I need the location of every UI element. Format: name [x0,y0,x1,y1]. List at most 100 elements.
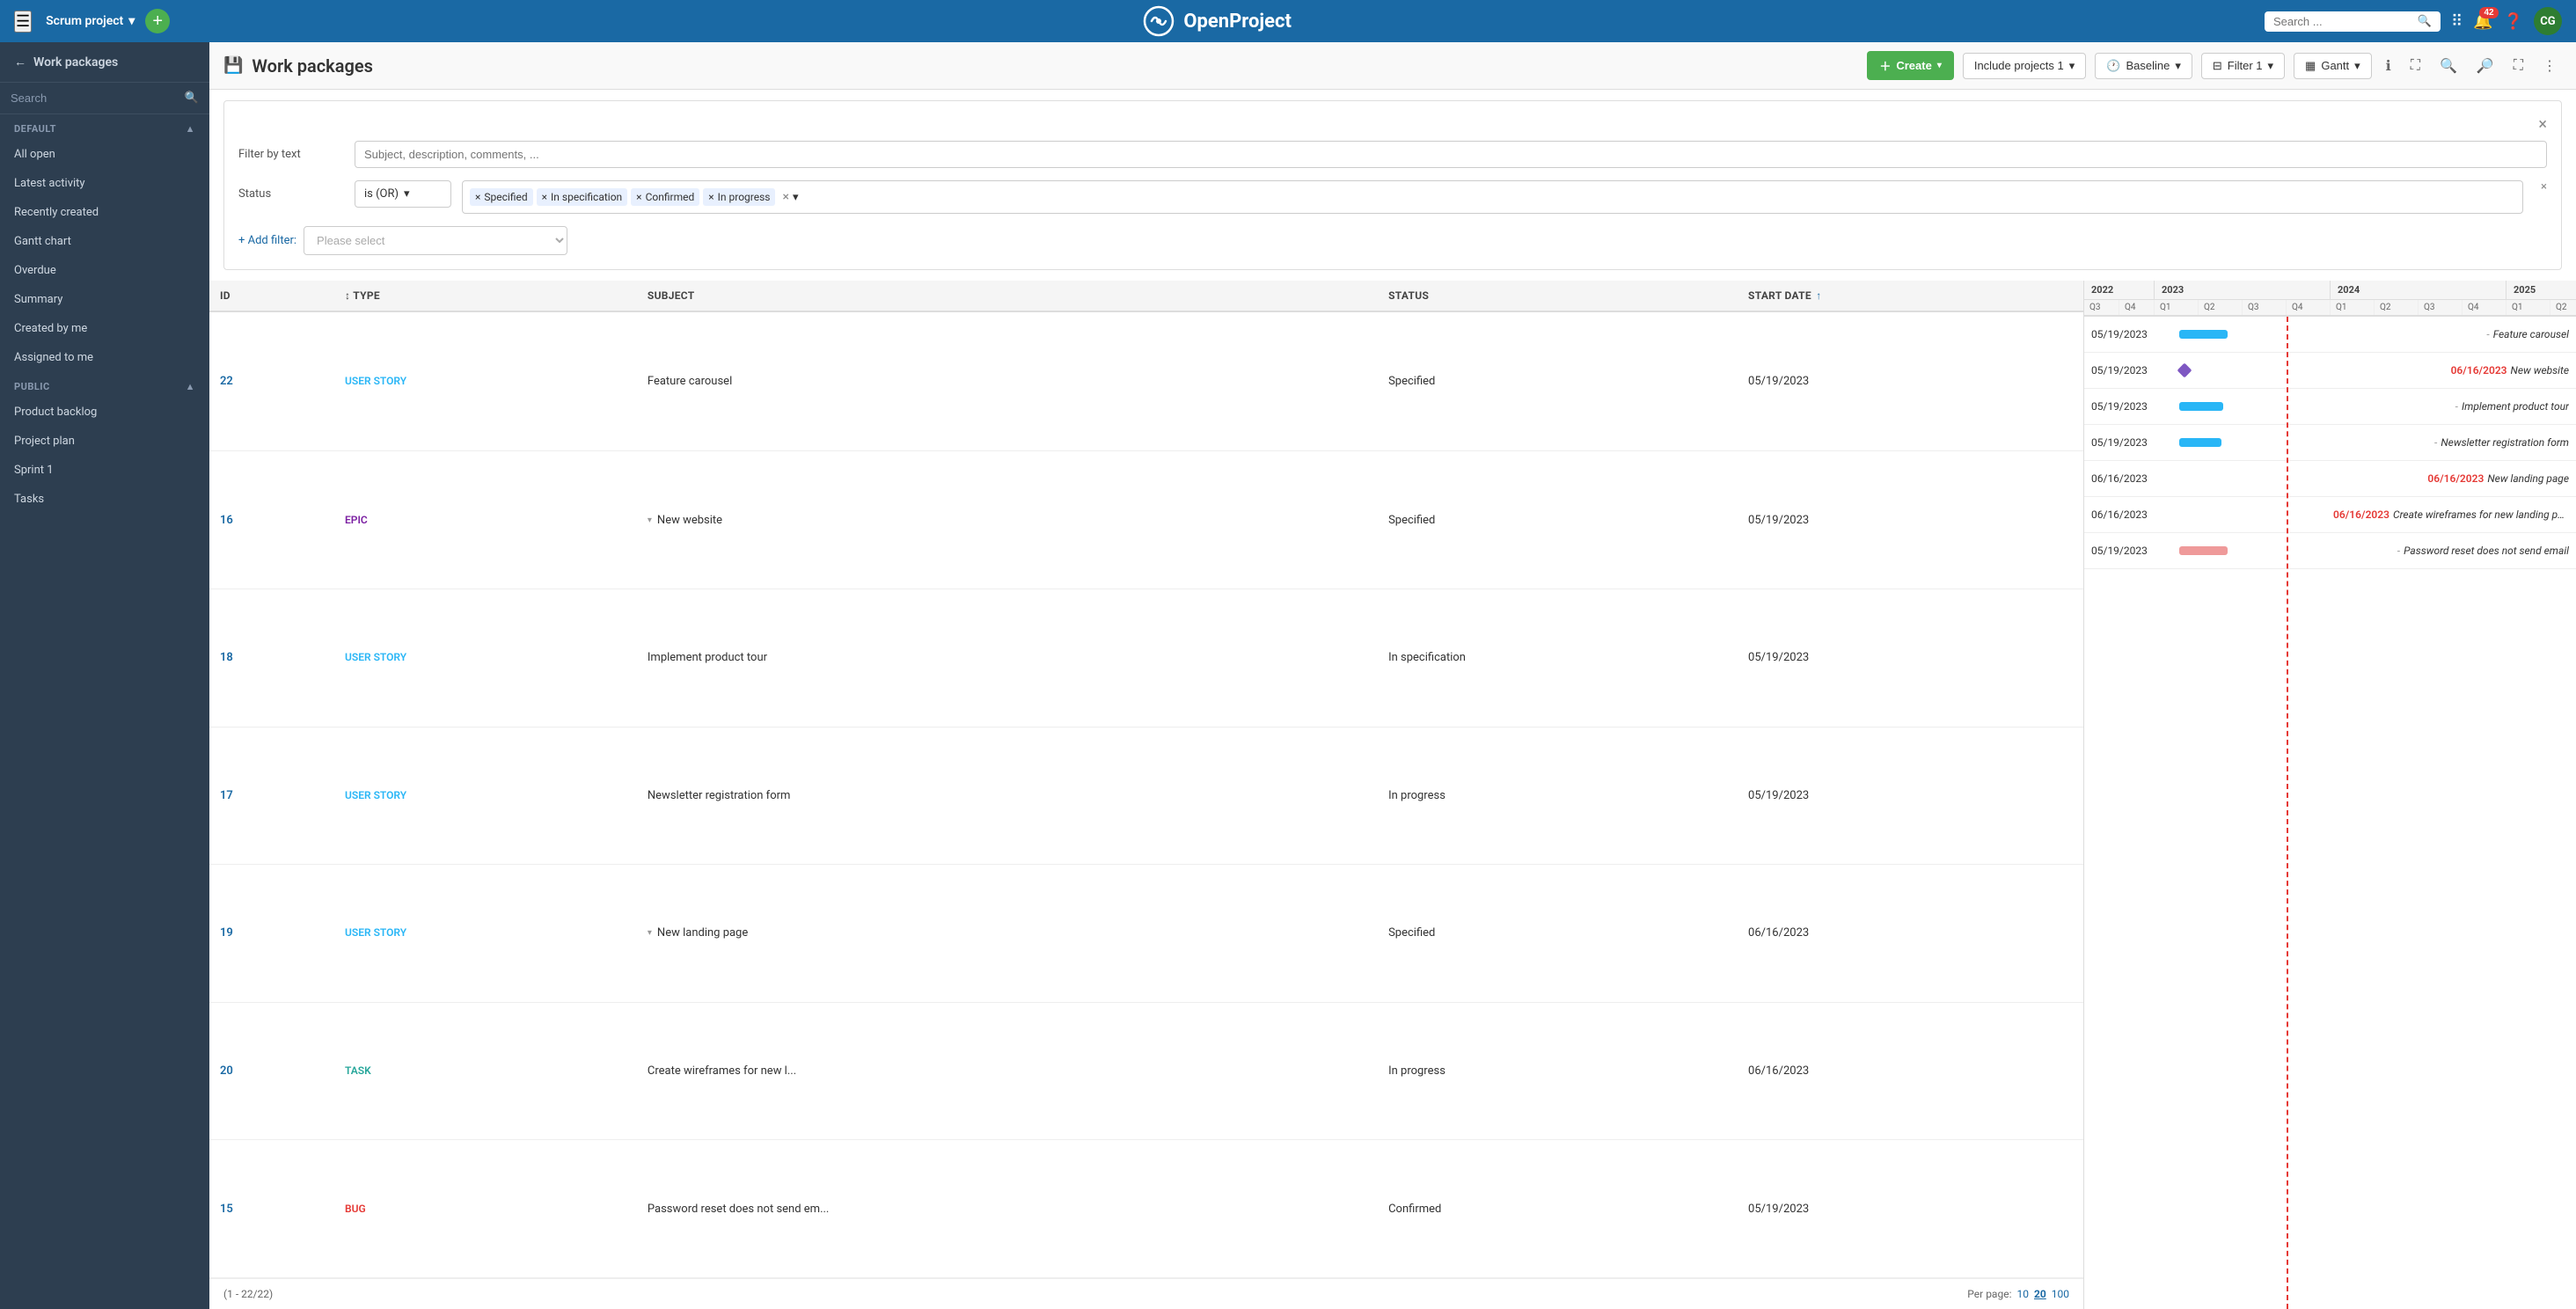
per-page-100-link[interactable]: 100 [2052,1288,2069,1300]
sidebar-section-header-default[interactable]: DEFAULT ▲ [0,114,209,140]
gantt-button[interactable]: ▦ Gantt ▾ [2294,53,2372,79]
filter-status-tags[interactable]: × Specified × In specification × Confirm… [462,180,2523,214]
table-header: ID ↕ TYPE SUBJECT STATUS [209,281,2083,311]
cell-status: In progress [1378,727,1738,865]
user-avatar[interactable]: CG [2534,7,2562,35]
clear-tags-button[interactable]: × [782,190,788,204]
sidebar-item-all-open[interactable]: All open [0,140,209,169]
create-button[interactable]: ＋ Create ▾ [1867,51,1954,80]
app-logo: OpenProject [1143,5,1292,37]
work-package-id-link[interactable]: 20 [220,1064,233,1078]
tag-remove-icon[interactable]: × [542,191,547,203]
help-button[interactable]: ❓ [2504,12,2523,31]
tags-dropdown-arrow[interactable]: ▾ [793,191,799,204]
close-filter-button[interactable]: × [2538,115,2547,134]
zoom-in-icon: 🔎 [2477,57,2494,75]
filter-status-operator[interactable]: is (OR) ▾ [355,180,451,208]
sidebar-item-label: Summary [14,293,62,306]
tag-remove-icon[interactable]: × [708,191,714,203]
content-area: 💾 Work packages ＋ Create ▾ Include proje… [209,42,2576,1309]
col-header-id[interactable]: ID [209,281,334,311]
sidebar-item-gantt-chart[interactable]: Gantt chart [0,227,209,256]
gantt-bar-area [2169,327,2476,341]
work-package-subject: New website [657,514,722,527]
work-package-id-link[interactable]: 16 [220,514,233,527]
filter-button[interactable]: ⊟ Filter 1 ▾ [2201,53,2285,79]
col-header-subject[interactable]: SUBJECT [637,281,1378,311]
per-page-10-link[interactable]: 10 [2016,1288,2029,1300]
add-filter-button[interactable]: + Add filter: [238,234,296,247]
per-page-20-link[interactable]: 20 [2034,1288,2046,1300]
work-package-status: Specified [1388,375,1435,388]
status-row-remove-button[interactable]: × [2541,180,2547,194]
zoom-out-button[interactable]: 🔍 [2434,54,2463,78]
gantt-quarters-row: Q3 Q4 Q1 Q2 Q3 Q4 Q1 Q2 Q3 Q4 Q1 Q2 [2084,300,2576,315]
expand-chevron[interactable]: ▾ [648,928,652,938]
col-header-status[interactable]: STATUS [1378,281,1738,311]
sidebar-item-label: Sprint 1 [14,464,54,477]
baseline-button[interactable]: 🕐 Baseline ▾ [2095,53,2192,79]
gantt-q1-2023: Q1 [2155,300,2199,315]
sidebar-search[interactable]: 🔍 [0,83,209,114]
sidebar-item-label: Assigned to me [14,351,93,364]
sidebar-item-project-plan[interactable]: Project plan [0,427,209,456]
include-projects-button[interactable]: Include projects 1 ▾ [1963,53,2086,79]
zoom-in-button[interactable]: 🔎 [2471,54,2499,78]
gantt-start-date: 06/16/2023 [2091,472,2162,485]
sidebar-item-sprint-1[interactable]: Sprint 1 [0,456,209,485]
sort-asc-icon: ↑ [1816,289,1821,302]
sidebar-item-created-by-me[interactable]: Created by me [0,314,209,343]
more-options-button[interactable]: ⋮ [2537,54,2562,78]
hamburger-menu-button[interactable]: ☰ [14,11,32,33]
info-button[interactable]: ℹ [2381,54,2397,78]
project-selector[interactable]: Scrum project ▾ [46,14,135,28]
baseline-arrow: ▾ [2175,59,2181,73]
work-package-id-link[interactable]: 18 [220,651,233,664]
work-package-id-link[interactable]: 22 [220,375,233,388]
sidebar-item-latest-activity[interactable]: Latest activity [0,169,209,198]
add-filter-select[interactable]: Please select [304,226,567,255]
gantt-q4-2022: Q4 [2119,300,2155,315]
work-package-type: EPIC [345,514,368,526]
sidebar-search-icon: 🔍 [185,91,199,105]
sidebar-section-header-public[interactable]: PUBLIC ▲ [0,372,209,398]
gantt-label: Gantt [2321,59,2349,72]
fit-window-button[interactable]: ⛶ [2405,55,2426,77]
gantt-start-date: 05/19/2023 [2091,364,2162,377]
tag-remove-icon[interactable]: × [475,191,480,203]
notifications-button[interactable]: 🔔 42 [2473,12,2492,31]
global-search[interactable]: 🔍 [2265,11,2441,32]
sidebar-item-recently-created[interactable]: Recently created [0,198,209,227]
gantt-end-date: 06/16/2023 [2333,508,2389,521]
cell-id: 18 [209,589,334,727]
tag-remove-icon[interactable]: × [636,191,641,203]
add-project-button[interactable]: + [145,9,170,33]
table-row: 18 USER STORY Implement product tour In … [209,589,2083,727]
table-row: 15 BUG Password reset does not send em..… [209,1140,2083,1278]
global-search-input[interactable] [2273,15,2412,28]
work-package-id-link[interactable]: 15 [220,1203,233,1216]
sidebar-search-input[interactable] [11,91,179,105]
sidebar-item-summary[interactable]: Summary [0,285,209,314]
expand-chevron[interactable]: ▾ [648,516,652,525]
gantt-row: 05/19/2023 - Implement product tour [2084,389,2576,425]
sidebar-item-tasks[interactable]: Tasks [0,485,209,514]
work-package-type: USER STORY [345,651,406,663]
sidebar-back-link[interactable]: ← Work packages [0,42,209,83]
sidebar-item-product-backlog[interactable]: Product backlog [0,398,209,427]
work-package-subject: Password reset does not send em... [648,1203,829,1216]
grid-menu-button[interactable]: ⠿ [2451,12,2463,31]
gantt-q1-2024: Q1 [2331,300,2375,315]
col-header-type[interactable]: ↕ TYPE [334,281,637,311]
col-header-start-date[interactable]: START DATE ↑ [1738,281,2083,311]
filter-text-input[interactable] [355,141,2547,168]
gantt-bar-purple [2177,363,2192,378]
sidebar-item-assigned-to-me[interactable]: Assigned to me [0,343,209,372]
cell-start-date: 05/19/2023 [1738,727,2083,865]
work-package-subject: New landing page [657,926,748,940]
work-package-id-link[interactable]: 19 [220,926,233,940]
cell-subject: Password reset does not send em... [637,1140,1378,1278]
fullscreen-button[interactable]: ⛶ [2508,55,2528,77]
sidebar-item-overdue[interactable]: Overdue [0,256,209,285]
work-package-id-link[interactable]: 17 [220,789,233,802]
